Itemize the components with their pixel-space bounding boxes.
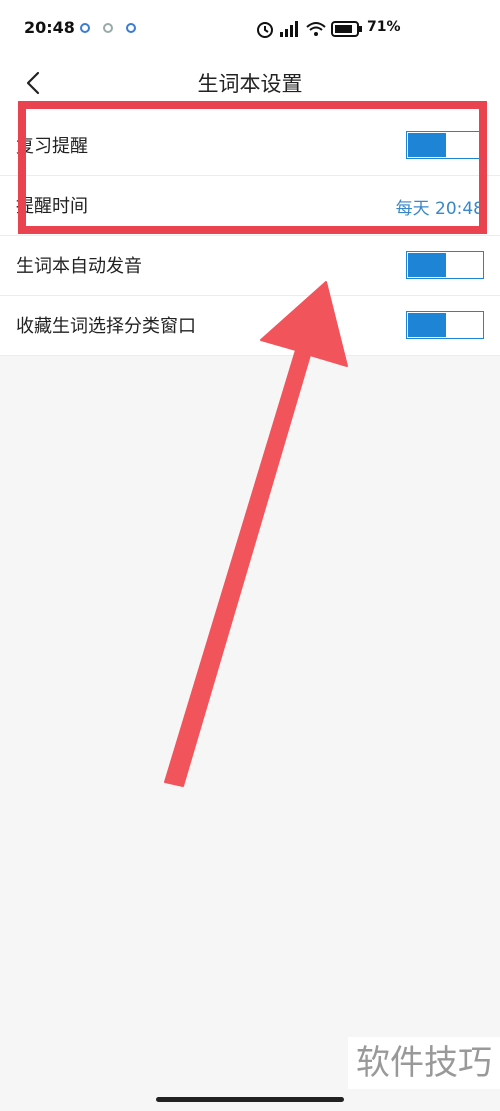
home-indicator[interactable] (156, 1097, 344, 1102)
arrow-annotation (164, 281, 348, 787)
watermark: 软件技巧 (348, 1037, 500, 1089)
